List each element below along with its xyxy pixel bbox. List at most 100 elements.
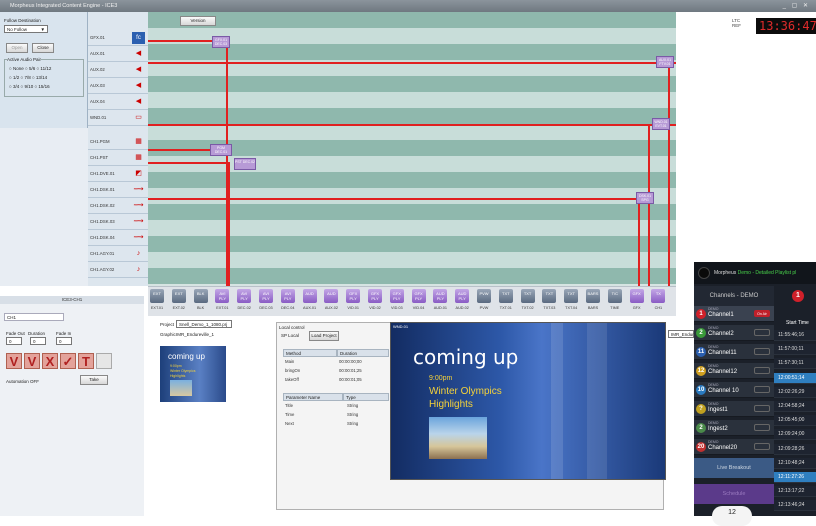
sp-local-checkbox[interactable]: SP Local (281, 333, 299, 338)
bottom-dial[interactable]: 12 (712, 506, 752, 526)
timeline-event[interactable]: WND.01 EVT.01 (652, 118, 670, 130)
channel-badge: 1 (792, 290, 804, 302)
start-time-cell[interactable]: 11:57:00;11 (774, 344, 816, 356)
take-button[interactable]: Take (80, 375, 108, 385)
take-t-button[interactable]: T (78, 353, 94, 369)
ref-label: REF (732, 23, 741, 28)
live-breakout-button[interactable]: Live Breakout (694, 458, 774, 478)
source-button-aux-01[interactable]: AUD (302, 289, 317, 303)
source-button-aud-01[interactable]: AUD PLY (433, 289, 448, 303)
audio-pair-row-1[interactable]: ○ None ○ 5/6 ○ 11/12 (9, 66, 51, 71)
source-button-ch1[interactable]: TX (651, 289, 666, 303)
blank-button[interactable] (96, 353, 112, 369)
start-time-cell[interactable]: 12:10:48;24 (774, 457, 816, 469)
source-button-ext-01[interactable]: EXT (150, 289, 164, 303)
source-button-vid-04[interactable]: GFX PLY (411, 289, 426, 303)
source-button-txt-02[interactable]: TXT (520, 289, 535, 303)
channel-tab[interactable]: CH1 (4, 313, 64, 321)
preview-photo (429, 417, 487, 459)
project-field[interactable]: Snell_Demo_1_1080.prj (176, 320, 232, 328)
start-time-cell[interactable]: 12:02:26;29 (774, 386, 816, 398)
param-name[interactable]: Next (285, 421, 294, 426)
follow-destination-select[interactable]: No Follow ▼ (4, 25, 48, 33)
method-name[interactable]: bringOn (285, 368, 300, 373)
start-time-cell[interactable]: 12:05:45;00 (774, 415, 816, 427)
channel-row[interactable]: 1 DEMO Channel1 On Air (694, 306, 774, 322)
cut-v2-button[interactable]: V (24, 353, 40, 369)
lc-graphic-field[interactable]: IMR_Endur (668, 330, 694, 338)
open-button[interactable]: Open (6, 43, 28, 53)
source-button-aux-02[interactable]: AUD (324, 289, 339, 303)
channel-row[interactable]: ? DEMO Ingest1 (694, 401, 774, 417)
start-time-cell[interactable]: 12:13:46;24 (774, 500, 816, 512)
speaker-icon: ♪ (136, 250, 141, 257)
timeline-event[interactable]: PGM DEC.01 (210, 144, 232, 156)
channels-tab[interactable]: Channels - DEMO (694, 286, 774, 306)
schedule-button[interactable]: Schedule (694, 484, 774, 504)
source-button-blk[interactable]: BLK (193, 289, 208, 303)
window-controls[interactable]: _ ▢ ✕ (783, 2, 810, 9)
graphic-thumbnail: coming up 9:00pm Winter Olympics Highlig… (160, 346, 226, 402)
start-time-cell[interactable]: 12:11:27:26 (774, 472, 816, 483)
source-button-dec-02[interactable]: AVI PLY (237, 289, 252, 303)
route-line (648, 124, 650, 286)
source-button-ext-01[interactable]: AVI PLY (215, 289, 230, 303)
param-name[interactable]: Time (285, 412, 294, 417)
audio-pair-row-3[interactable]: ○ 3/4 ○ 9/10 ○ 15/16 (9, 84, 50, 89)
close-button[interactable]: Close (32, 43, 54, 53)
source-button-vid-01[interactable]: GFX PLY (346, 289, 361, 303)
channel-row[interactable]: 20 DEMO Channel20 (694, 439, 774, 455)
source-button-label: TXT.02 (521, 306, 534, 310)
fade-out-input[interactable]: 0 (6, 337, 22, 345)
start-time-cell[interactable]: 12:09:24;00 (774, 429, 816, 441)
source-button-gfx[interactable]: GFX (629, 289, 644, 303)
thumb-coming-up: coming up (168, 352, 205, 361)
cut-check-button[interactable]: ✓ (60, 353, 76, 369)
param-name[interactable]: Title (285, 403, 293, 408)
source-button-vid-02[interactable]: GFX PLY (368, 289, 382, 303)
source-button-dec-04[interactable]: AVI PLY (280, 289, 295, 303)
source-button-ext-02[interactable]: EXT (171, 289, 186, 303)
channel-status-tag (754, 386, 770, 393)
channel-number-badge: 20 (696, 442, 706, 452)
source-button-aud-02[interactable]: AUD PLY (455, 289, 470, 303)
channel-row[interactable]: 2 DEMO Ingest2 (694, 420, 774, 436)
source-button-bars[interactable]: BARS (586, 289, 600, 303)
source-button-txt-04[interactable]: TXT (564, 289, 579, 303)
channel-row[interactable]: 11 DEMO Channel11 (694, 344, 774, 360)
source-button-dec-03[interactable]: AVI PLY (259, 289, 273, 303)
param-type: String (347, 403, 359, 408)
source-button-time[interactable]: T/C (607, 289, 622, 303)
channel-row[interactable]: 10 DEMO Channel 10 (694, 382, 774, 398)
timeline-event[interactable]: AUX.01 FTV.01 (656, 56, 674, 68)
timeline-event[interactable]: DSK.01 SPG (636, 192, 654, 204)
version-button[interactable]: Version (180, 16, 216, 26)
duration-input[interactable]: 0 (30, 337, 46, 345)
start-time-cell[interactable]: 11:55:46;16 (774, 330, 816, 341)
fade-in-input[interactable]: 0 (56, 337, 72, 345)
start-time-cell[interactable]: 12:09:28;26 (774, 443, 816, 455)
cut-v-button[interactable]: V (6, 353, 22, 369)
audio-icon: ◀ (135, 66, 142, 73)
load-project-button[interactable]: Load Project (309, 331, 339, 341)
source-button-label: VID.03 (390, 306, 403, 310)
audio-pair-row-2[interactable]: ○ 1/2 ○ 7/8 ○ 13/14 (9, 75, 47, 80)
start-time-cell[interactable]: 12:13:17;22 (774, 486, 816, 498)
fade-out-label: Fade Out (6, 331, 25, 336)
source-button-txt-03[interactable]: TXT (542, 289, 557, 303)
channel-name: Ingest2 (708, 426, 728, 432)
cut-x-button[interactable]: X (42, 353, 58, 369)
source-button-pvw[interactable]: PVW (477, 289, 491, 303)
channel-row[interactable]: 2 DEMO Channel2 (694, 325, 774, 341)
method-name[interactable]: takeOff (285, 377, 299, 382)
start-time-cell[interactable]: 12:04:58;24 (774, 401, 816, 412)
method-duration: 00:00:01;25 (339, 368, 362, 373)
source-button-vid-03[interactable]: GFX PLY (389, 289, 404, 303)
timeline-event[interactable]: GFX.01 DEC.03 (212, 36, 230, 48)
start-time-cell[interactable]: 11:57:30;11 (774, 358, 816, 370)
source-button-txt-01[interactable]: TXT (498, 289, 513, 303)
timeline-event[interactable]: PST DEC.02 (234, 158, 256, 170)
channel-row[interactable]: 12 DEMO Channel12 (694, 363, 774, 379)
start-time-cell[interactable]: 12:00:51;14 (774, 372, 816, 384)
method-name[interactable]: Main (285, 359, 294, 364)
